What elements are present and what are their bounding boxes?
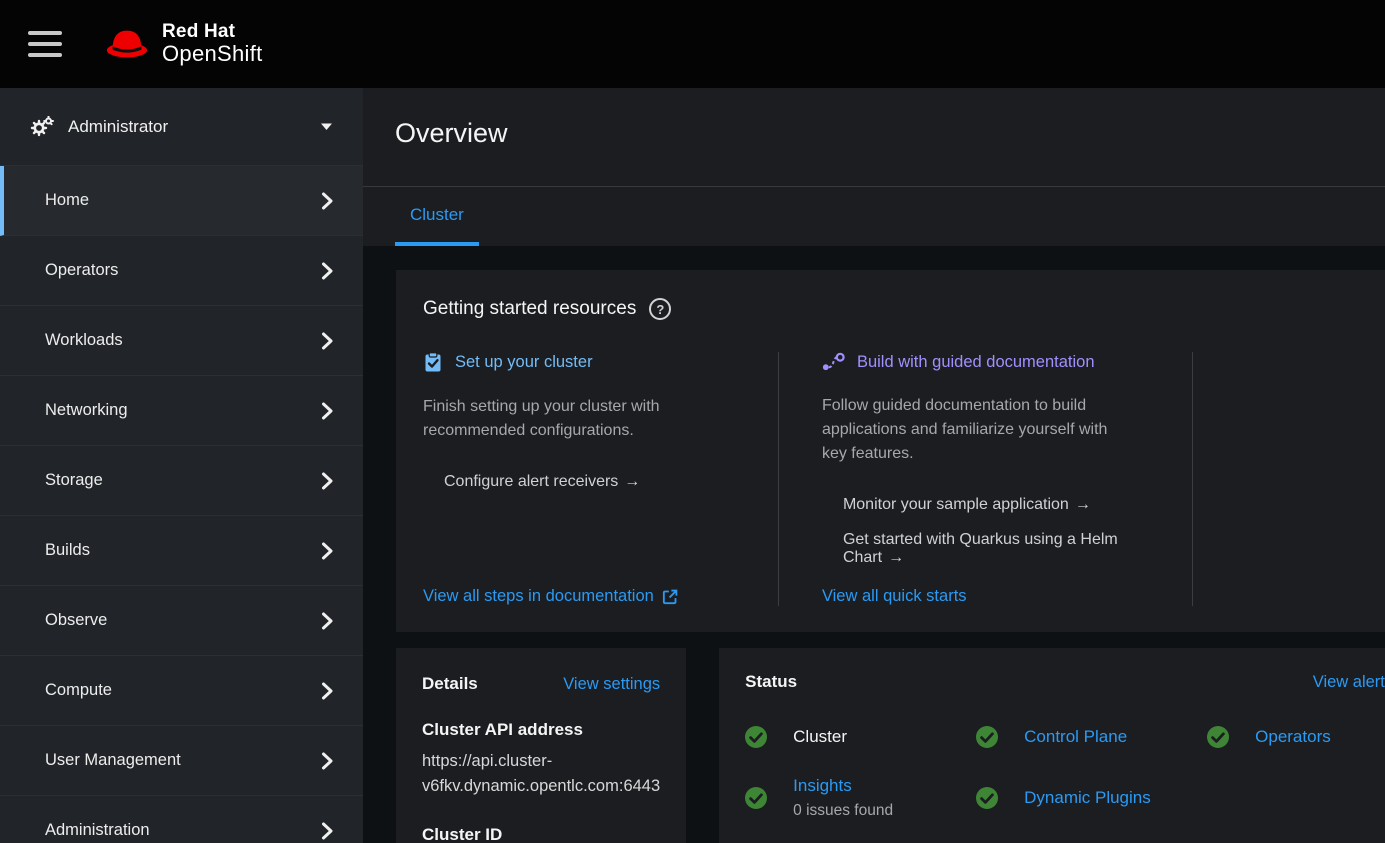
page-title: Overview (363, 88, 1385, 149)
chevron-right-icon (321, 262, 333, 280)
setup-cluster-link[interactable]: Set up your cluster (423, 352, 778, 373)
sidebar-item-administration[interactable]: Administration (0, 796, 363, 843)
monitor-sample-app-link[interactable]: Monitor your sample application→ (843, 496, 1166, 514)
status-item-cluster: Cluster (745, 726, 976, 748)
clipped-section (1236, 352, 1385, 606)
help-icon[interactable]: ? (649, 298, 671, 320)
status-item-operators: Operators (1207, 726, 1385, 748)
chevron-right-icon (321, 192, 333, 210)
sidebar-item-networking[interactable]: Networking (0, 376, 363, 446)
sidebar-item-user-management[interactable]: User Management (0, 726, 363, 796)
guided-documentation-description: Follow guided documentation to build app… (822, 394, 1166, 466)
nav-toggle-icon[interactable] (28, 31, 62, 57)
view-settings-link[interactable]: View settings (563, 675, 660, 694)
sidebar-item-label: Storage (45, 471, 103, 490)
tab-bar: Cluster (363, 186, 1385, 246)
chevron-right-icon (321, 682, 333, 700)
check-circle-icon (745, 787, 767, 809)
chevron-right-icon (321, 822, 333, 840)
page-content: Getting started resources ? Set up your … (363, 246, 1385, 843)
page-header: Overview Cluster (363, 88, 1385, 246)
getting-started-title: Getting started resources (423, 298, 636, 320)
brand-logo: Red Hat OpenShift (104, 22, 263, 66)
sidebar-item-label: User Management (45, 751, 181, 770)
dynamic-plugins-link[interactable]: Dynamic Plugins (1024, 788, 1151, 808)
sidebar-item-operators[interactable]: Operators (0, 236, 363, 306)
details-title: Details (422, 674, 478, 694)
getting-started-card: Getting started resources ? Set up your … (396, 270, 1385, 632)
chevron-right-icon (321, 472, 333, 490)
check-circle-icon (1207, 726, 1229, 748)
chevron-right-icon (321, 402, 333, 420)
arrow-right-icon: → (1075, 496, 1091, 513)
insights-link[interactable]: Insights (793, 776, 852, 795)
sidebar-item-label: Administration (45, 821, 150, 840)
section-divider (1192, 352, 1193, 606)
perspective-label: Administrator (68, 117, 168, 137)
sidebar-item-builds[interactable]: Builds (0, 516, 363, 586)
view-all-quick-starts-link[interactable]: View all quick starts (822, 587, 1166, 606)
arrow-right-icon: → (624, 473, 640, 490)
perspective-switcher[interactable]: Administrator (0, 88, 363, 166)
sidebar-item-compute[interactable]: Compute (0, 656, 363, 726)
section-divider (778, 352, 779, 606)
insights-issues-count: 0 issues found (793, 802, 893, 820)
caret-down-icon (320, 122, 333, 131)
chevron-right-icon (321, 612, 333, 630)
guided-documentation-link[interactable]: Build with guided documentation (822, 352, 1166, 372)
tab-cluster[interactable]: Cluster (395, 187, 479, 246)
details-card: Details View settings Cluster API addres… (396, 648, 686, 843)
cluster-id-label: Cluster ID (422, 825, 660, 843)
sidebar-item-storage[interactable]: Storage (0, 446, 363, 516)
guided-documentation-section: Build with guided documentation Follow g… (822, 352, 1166, 606)
external-link-icon (662, 589, 678, 605)
setup-cluster-section: Set up your cluster Finish setting up yo… (423, 352, 778, 606)
status-title: Status (745, 672, 797, 692)
arrow-right-icon: → (888, 549, 904, 566)
sidebar-item-label: Compute (45, 681, 112, 700)
operators-link[interactable]: Operators (1255, 727, 1331, 747)
check-circle-icon (976, 787, 998, 809)
sidebar-item-label: Builds (45, 541, 90, 560)
chevron-right-icon (321, 332, 333, 350)
view-all-steps-link[interactable]: View all steps in documentation (423, 587, 778, 606)
sidebar-item-home[interactable]: Home (0, 166, 363, 236)
openshift-console: Red Hat OpenShift Administrator Home Ope… (0, 0, 1385, 843)
cluster-api-address-label: Cluster API address (422, 720, 660, 740)
view-alerts-link[interactable]: View alerts (1313, 673, 1385, 692)
chevron-right-icon (321, 542, 333, 560)
sidebar-item-observe[interactable]: Observe (0, 586, 363, 656)
sidebar-item-label: Observe (45, 611, 107, 630)
cogs-icon (30, 116, 54, 138)
clipboard-check-icon (423, 352, 443, 373)
sidebar-item-label: Operators (45, 261, 118, 280)
check-circle-icon (745, 726, 767, 748)
status-item-insights: Insights 0 issues found (745, 776, 976, 820)
brand-name: Red Hat (162, 22, 263, 43)
route-icon (822, 352, 845, 372)
sidebar-nav: Administrator Home Operators Workloads N… (0, 88, 363, 843)
chevron-right-icon (321, 752, 333, 770)
sidebar-item-label: Workloads (45, 331, 123, 350)
cluster-api-address-value: https://api.cluster-v6fkv.dynamic.opentl… (422, 749, 660, 799)
check-circle-icon (976, 726, 998, 748)
brand-product: OpenShift (162, 42, 263, 66)
configure-alert-receivers-link[interactable]: Configure alert receivers→ (444, 473, 778, 491)
red-hat-fedora-icon (104, 26, 150, 62)
status-card: Status View alerts Cluster Control Plane… (719, 648, 1385, 843)
status-item-control-plane: Control Plane (976, 726, 1207, 748)
setup-cluster-description: Finish setting up your cluster with reco… (423, 395, 778, 443)
sidebar-item-label: Home (45, 191, 89, 210)
status-item-dynamic-plugins: Dynamic Plugins (976, 776, 1207, 820)
sidebar-item-label: Networking (45, 401, 128, 420)
masthead: Red Hat OpenShift (0, 0, 1385, 88)
control-plane-link[interactable]: Control Plane (1024, 727, 1127, 747)
quarkus-helm-chart-link[interactable]: Get started with Quarkus using a Helm Ch… (843, 531, 1166, 567)
sidebar-item-workloads[interactable]: Workloads (0, 306, 363, 376)
